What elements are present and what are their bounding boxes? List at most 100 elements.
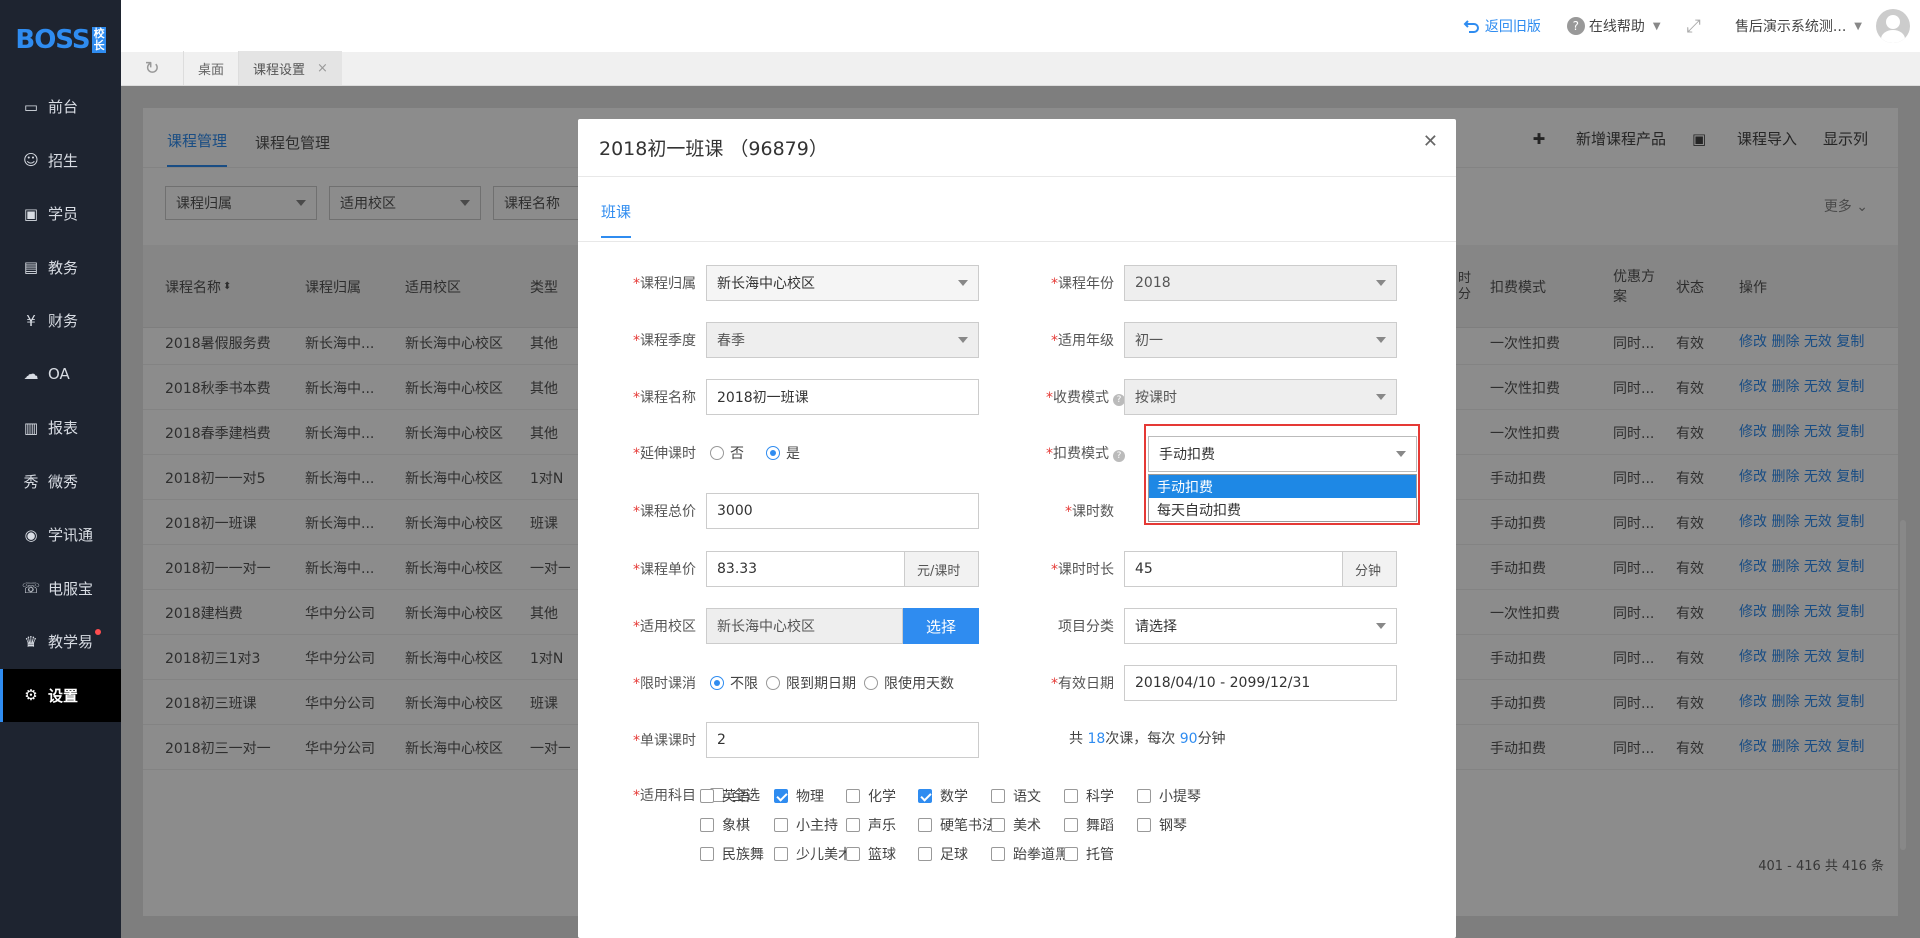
refresh-icon[interactable]: ↻ xyxy=(121,51,183,85)
close-icon[interactable]: × xyxy=(317,61,328,76)
sidebar-item-1[interactable]: ☺ 招生 xyxy=(0,134,121,188)
valid-date-input[interactable]: 2018/04/10 - 2099/12/31 xyxy=(1124,665,1397,701)
radio-icon xyxy=(766,676,780,690)
checkbox-icon xyxy=(846,789,860,803)
user-add-icon: ☺ xyxy=(23,151,39,170)
subject-checkbox[interactable]: 小提琴 xyxy=(1137,786,1201,806)
subject-checkbox[interactable]: 数学 xyxy=(918,786,968,806)
back-old-version-link[interactable]: 返回旧版 xyxy=(1463,16,1541,36)
course-name-input[interactable]: 2018初一班课 xyxy=(706,379,979,415)
season-select[interactable]: 春季 xyxy=(706,322,979,358)
subject-checkbox[interactable]: 跆拳道黑 xyxy=(991,844,1069,864)
sidebar-item-label: 电服宝 xyxy=(48,579,94,598)
subject-checkbox[interactable]: 美术 xyxy=(991,815,1041,835)
option-daily-auto-deduct[interactable]: 每天自动扣费 xyxy=(1149,498,1416,521)
tab-class-course[interactable]: 班课 xyxy=(601,201,632,238)
fee-mode-select[interactable]: 按课时 xyxy=(1124,379,1397,415)
grade-label: 适用年级 xyxy=(1046,330,1114,350)
checkbox-icon xyxy=(774,818,788,832)
subject-label: 钢琴 xyxy=(1159,818,1187,834)
subject-label: 化学 xyxy=(868,789,896,805)
subject-checkbox[interactable]: 民族舞 xyxy=(700,844,764,864)
deduct-mode-options: 手动扣费 每天自动扣费 xyxy=(1148,474,1417,522)
category-select[interactable]: 请选择 xyxy=(1124,608,1397,644)
sidebar-item-label: 教学易 xyxy=(48,633,94,652)
brand-logo[interactable]: BOSS 校长 xyxy=(0,0,121,80)
sidebar-item-0[interactable]: ▭ 前台 xyxy=(0,80,121,134)
subject-checkbox[interactable]: 篮球 xyxy=(846,844,896,864)
sidebar-item-label: OA xyxy=(48,365,70,384)
extend-yes-radio[interactable]: 是 xyxy=(766,443,800,463)
campus-input[interactable]: 新长海中心校区 xyxy=(706,608,903,644)
checkbox-icon xyxy=(846,818,860,832)
sidebar-item-10[interactable]: ♛ 教学易 xyxy=(0,615,121,669)
total-price-input[interactable]: 3000 xyxy=(706,493,979,529)
sidebar-item-label: 报表 xyxy=(48,419,79,438)
tab-desktop[interactable]: 桌面 xyxy=(183,51,238,85)
duration-input[interactable]: 45 xyxy=(1124,551,1343,587)
location-icon: ◉ xyxy=(24,525,38,544)
sidebar-item-label: 财务 xyxy=(48,312,79,331)
radio-icon xyxy=(710,446,724,460)
subject-checkbox[interactable]: 科学 xyxy=(1064,786,1114,806)
user-menu[interactable]: 售后演示系统测... ▼ xyxy=(1735,9,1910,43)
owner-select[interactable]: 新长海中心校区 xyxy=(706,265,979,301)
limit-days-radio[interactable]: 限使用天数 xyxy=(864,673,954,693)
tab-course-settings[interactable]: 课程设置 × xyxy=(238,51,342,85)
modal-title: 2018初一班课 （96879） xyxy=(578,119,1456,177)
category-label: 项目分类 xyxy=(1058,619,1114,635)
sidebar-item-7[interactable]: 秀微秀 xyxy=(0,455,121,509)
subject-checkbox[interactable]: 硬笔书法 xyxy=(918,815,996,835)
subject-checkbox[interactable]: 声乐 xyxy=(846,815,896,835)
subject-checkbox[interactable]: 物理 xyxy=(774,786,824,806)
subject-label: 美术 xyxy=(1013,818,1041,834)
year-select[interactable]: 2018 xyxy=(1124,265,1397,301)
subject-label: 数学 xyxy=(940,789,968,805)
unit-price-input[interactable]: 83.33 xyxy=(706,551,905,587)
subject-checkbox[interactable]: 象棋 xyxy=(700,815,750,835)
avatar[interactable] xyxy=(1876,9,1910,43)
sidebar-item-label: 微秀 xyxy=(48,472,79,491)
subject-checkbox[interactable]: 小主持 xyxy=(774,815,838,835)
deduct-mode-select[interactable]: 手动扣费 xyxy=(1148,436,1417,472)
select-campus-button[interactable]: 选择 xyxy=(903,608,979,644)
single-hours-input[interactable]: 2 xyxy=(706,722,979,758)
online-help-menu[interactable]: ? 在线帮助 ▼ xyxy=(1566,16,1661,36)
option-manual-deduct[interactable]: 手动扣费 xyxy=(1149,475,1416,498)
limit-expiry-radio[interactable]: 限到期日期 xyxy=(766,673,856,693)
cloud-icon: ☁ xyxy=(23,365,39,384)
bar-chart-icon: ▥ xyxy=(23,418,39,437)
subject-checkbox[interactable]: 语文 xyxy=(991,786,1041,806)
subject-checkbox[interactable]: 舞蹈 xyxy=(1064,815,1114,835)
fullscreen-icon[interactable]: ⤢ xyxy=(1687,16,1701,37)
sidebar-item-8[interactable]: ◉ 学讯通 xyxy=(0,508,121,562)
subject-checkbox[interactable]: 英语 xyxy=(700,786,750,806)
subject-checkbox[interactable]: 托管 xyxy=(1064,844,1114,864)
sidebar-item-2[interactable]: ▣ 学员 xyxy=(0,187,121,241)
sidebar-item-3[interactable]: ▤ 教务 xyxy=(0,241,121,295)
sidebar-item-6[interactable]: ▥ 报表 xyxy=(0,401,121,455)
subject-checkbox[interactable]: 足球 xyxy=(918,844,968,864)
graduation-icon: ♛ xyxy=(24,632,38,651)
sidebar-item-9[interactable]: ☏ 电服宝 xyxy=(0,562,121,616)
grade-select[interactable]: 初一 xyxy=(1124,322,1397,358)
sidebar-item-5[interactable]: ☁ OA xyxy=(0,348,121,402)
sidebar-item-4[interactable]: ¥ 财务 xyxy=(0,294,121,348)
close-icon[interactable]: ✕ xyxy=(1423,131,1438,152)
extend-no-radio[interactable]: 否 xyxy=(710,443,744,463)
subject-checkbox[interactable]: 少儿美术 xyxy=(774,844,852,864)
help-icon[interactable]: ? xyxy=(1113,450,1125,462)
total-label: 课程总价 xyxy=(628,501,696,521)
subject-checkbox[interactable]: 钢琴 xyxy=(1137,815,1187,835)
limit-label: 限时课消 xyxy=(628,673,696,693)
book-icon: ▤ xyxy=(23,258,39,277)
fee-mode-label: 收费模式? xyxy=(1046,387,1125,407)
xiu-icon: 秀 xyxy=(23,472,39,491)
subject-label: 语文 xyxy=(1013,789,1041,805)
radio-checked-icon xyxy=(766,446,780,460)
scrollbar[interactable] xyxy=(1900,520,1906,850)
sidebar-item-label: 学讯通 xyxy=(48,526,94,545)
sidebar-item-11[interactable]: ⚙ 设置 xyxy=(0,668,121,722)
subject-checkbox[interactable]: 化学 xyxy=(846,786,896,806)
limit-none-radio[interactable]: 不限 xyxy=(710,673,758,693)
